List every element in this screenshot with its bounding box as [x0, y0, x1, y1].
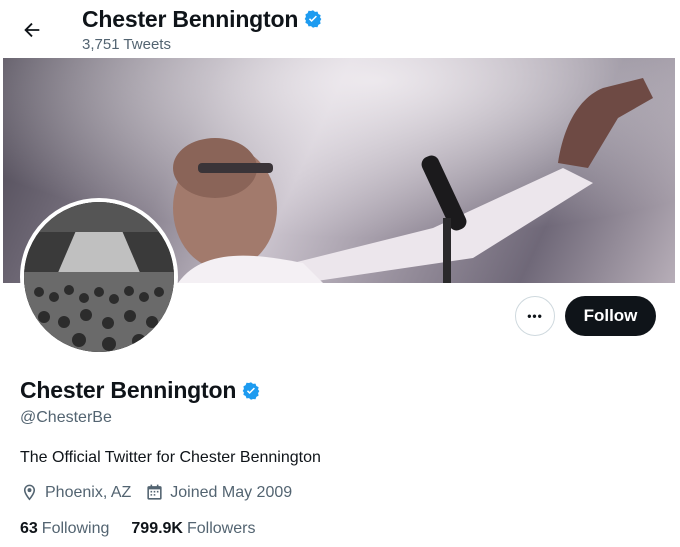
profile-handle: @ChesterBe [20, 409, 112, 426]
followers-label: Followers [186, 520, 256, 537]
profile-meta: Phoenix, AZ Joined May 2009 [20, 483, 306, 502]
tweet-count: 3,751 Tweets [82, 36, 171, 53]
more-dots-icon: ••• [527, 309, 543, 323]
arrow-left-icon [24, 22, 40, 38]
joined-item: Joined May 2009 [145, 483, 292, 502]
profile-stats: 63 Following 799.9K Followers [20, 520, 277, 538]
verified-badge-icon[interactable] [241, 381, 261, 401]
location-text: Phoenix, AZ [45, 483, 132, 501]
profile-avatar[interactable] [20, 198, 178, 356]
profile-name-group: Chester Bennington [20, 377, 261, 404]
back-button[interactable] [16, 14, 48, 46]
profile-header-bar: Chester Bennington 3,751 Tweets [0, 0, 680, 58]
location-pin-icon [23, 484, 36, 501]
following-count: 63 [20, 520, 38, 537]
calendar-icon [147, 484, 162, 500]
header-title: Chester Bennington [82, 6, 299, 32]
follow-button[interactable]: Follow [565, 296, 656, 336]
following-label: Following [41, 520, 110, 537]
avatar-image [24, 202, 174, 352]
followers-link[interactable]: 799.9K Followers [131, 520, 255, 538]
location-item: Phoenix, AZ [20, 483, 131, 502]
following-link[interactable]: 63 Following [20, 520, 109, 538]
profile-name: Chester Bennington [20, 377, 237, 403]
profile-bio: The Official Twitter for Chester Benning… [20, 449, 321, 466]
followers-count: 799.9K [131, 520, 183, 537]
joined-text: Joined May 2009 [170, 483, 293, 501]
verified-badge-icon[interactable] [303, 9, 323, 29]
more-options-button[interactable]: ••• [515, 296, 555, 336]
header-title-group: Chester Bennington [82, 5, 323, 33]
